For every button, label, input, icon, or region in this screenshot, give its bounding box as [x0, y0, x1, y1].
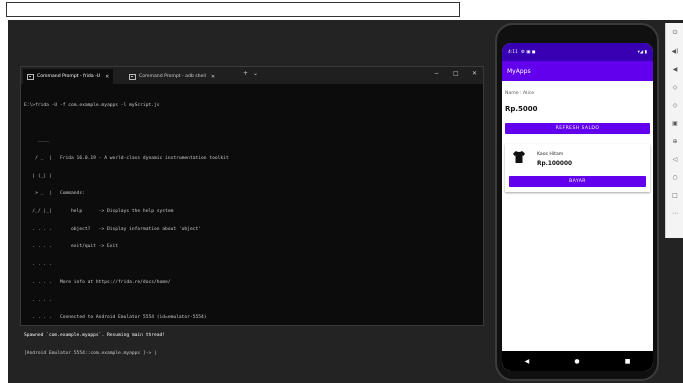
terminal-line: > _ | Commands:	[24, 191, 85, 197]
more-icon[interactable]: ⋯	[669, 207, 681, 219]
tab-frida[interactable]: Command Prompt - frida -U ✕	[23, 69, 114, 84]
tab-adb-shell[interactable]: Command Prompt - adb shell ✕	[125, 69, 219, 84]
product-name: Kaos Hitam	[537, 152, 564, 157]
rotate-right-icon[interactable]: ◇	[669, 99, 681, 111]
terminal-output[interactable]: E:\>frida -U -f com.example.myapps -l my…	[24, 91, 480, 368]
terminal-icon	[27, 73, 34, 80]
zoom-icon[interactable]: ⊕	[669, 135, 681, 147]
nav-home-icon[interactable]: ●	[574, 358, 579, 365]
home-icon[interactable]: ○	[669, 171, 681, 183]
terminal-line: . . . . object? -> Display information a…	[24, 226, 202, 232]
terminal-line: . . . . exit/quit -> Exit	[24, 244, 119, 250]
product-price: Rp.100000	[537, 161, 573, 167]
app-bar: MyApps	[502, 61, 653, 81]
user-name: Name : Alice	[505, 91, 535, 96]
close-button[interactable]: ✕	[472, 70, 477, 77]
volume-up-icon[interactable]: ◀)	[669, 45, 681, 57]
terminal-tab-bar: Command Prompt - frida -U ✕ Command Prom…	[21, 67, 483, 84]
close-tab-icon[interactable]: ✕	[105, 74, 109, 80]
status-time: 4:11	[508, 49, 518, 55]
android-nav-bar: ◀ ● ■	[502, 351, 653, 371]
status-bar: 4:11 ⚙ ▣ ◼ ▾◢ ▮	[502, 43, 653, 61]
power-icon[interactable]: ⏻	[669, 27, 681, 39]
terminal-line: ____	[24, 138, 49, 144]
terminal-prompt-line[interactable]: [Android Emulator 5554::com.example.myap…	[24, 351, 480, 357]
terminal-line: . . . . Connected to Android Emulator 55…	[24, 315, 207, 321]
new-tab-button[interactable]: +	[243, 70, 248, 77]
tab-label: Command Prompt - frida -U	[37, 74, 101, 79]
terminal-line: Spawned `com.example.myapps`. Resuming m…	[24, 332, 166, 338]
tshirt-icon	[513, 151, 525, 163]
signal-battery-icon: ▾◢ ▮	[637, 49, 647, 55]
buy-button[interactable]: BAYAR	[509, 176, 646, 187]
volume-down-icon[interactable]: ◀	[669, 63, 681, 75]
balance-value: Rp.5000	[505, 105, 538, 113]
product-card: Kaos Hitam Rp.100000 BAYAR	[505, 144, 650, 192]
tab-dropdown-button[interactable]: ⌄	[253, 70, 258, 77]
app-title: MyApps	[507, 67, 531, 75]
terminal-line: | (_| |	[24, 173, 52, 179]
emulator-toolbar: ⏻ ◀) ◀ ◇ ◇ ▣ ⊕ ◁ ○ □ ⋯	[665, 23, 683, 238]
nav-back-icon[interactable]: ◀	[525, 358, 530, 365]
overview-icon[interactable]: □	[669, 189, 681, 201]
minimize-button[interactable]: −	[434, 70, 439, 77]
caption-box	[6, 2, 460, 17]
terminal-icon	[129, 73, 136, 80]
terminal-window[interactable]: Command Prompt - frida -U ✕ Command Prom…	[20, 66, 484, 356]
terminal-line: . . . . More info at https://frida.re/do…	[24, 279, 171, 285]
refresh-saldo-button[interactable]: REFRESH SALDO	[505, 123, 650, 134]
terminal-line: / _ | Frida 16.0.19 - A world-class dyna…	[24, 155, 229, 161]
back-icon[interactable]: ◁	[669, 153, 681, 165]
maximize-button[interactable]: □	[453, 70, 459, 77]
rotate-left-icon[interactable]: ◇	[669, 81, 681, 93]
phone-screen[interactable]: 4:11 ⚙ ▣ ◼ ▾◢ ▮ MyApps Name : Alice Rp.5…	[502, 43, 653, 371]
close-tab-icon[interactable]: ✕	[211, 74, 215, 80]
camera-icon[interactable]: ▣	[669, 117, 681, 129]
tab-label: Command Prompt - adb shell	[139, 74, 206, 79]
terminal-line: . . . .	[24, 262, 52, 268]
terminal-line: /_/ |_| help -> Displays the help system	[24, 209, 174, 215]
status-notification-icons: ⚙ ▣ ◼	[520, 49, 536, 55]
terminal-line: . . . .	[24, 297, 52, 303]
terminal-line: E:\>frida -U -f com.example.myapps -l my…	[24, 102, 160, 108]
nav-recents-icon[interactable]: ■	[625, 358, 631, 365]
